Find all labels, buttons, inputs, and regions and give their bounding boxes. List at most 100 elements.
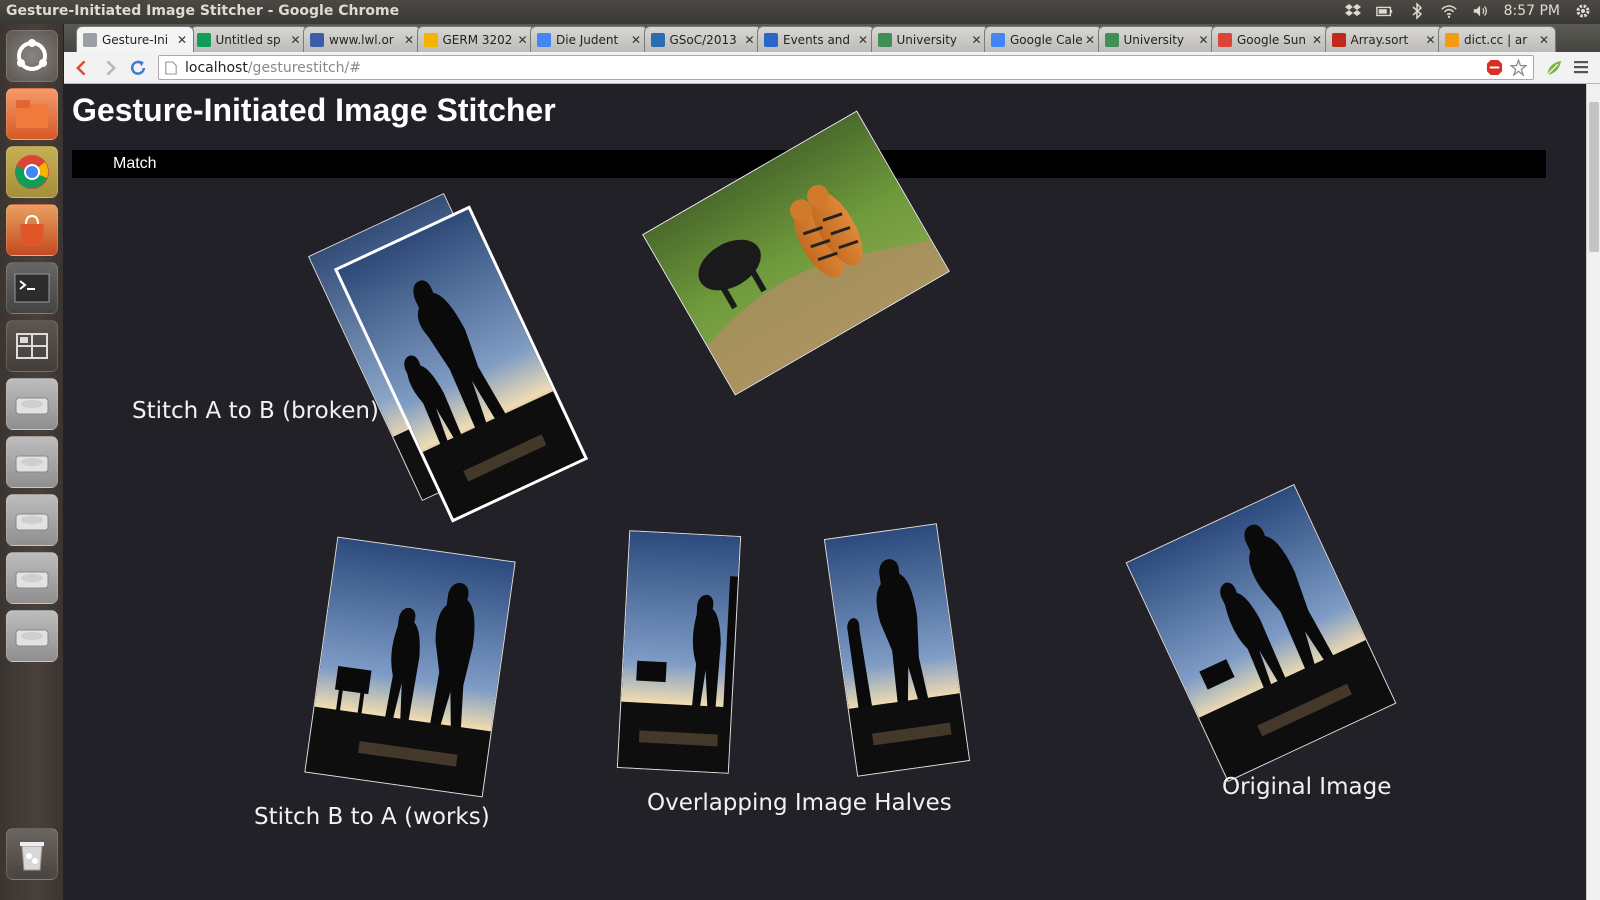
scrollbar-thumb[interactable] (1589, 102, 1599, 252)
docs-icon (537, 32, 551, 47)
hamburger-menu-icon (1574, 61, 1588, 74)
hard-drive-icon (15, 629, 49, 647)
reload-icon (130, 60, 146, 75)
ubuntu-logo-icon (17, 39, 47, 71)
reload-button[interactable] (126, 56, 150, 80)
caption-overlapping-halves: Overlapping Image Halves (647, 790, 952, 816)
tab-12[interactable]: dict.cc | ar ✕ (1438, 26, 1556, 52)
vertical-scrollbar[interactable] (1586, 84, 1600, 900)
caption-stitch-b-to-a: Stitch B to A (works) (254, 804, 490, 830)
volume-icon[interactable] (1472, 2, 1490, 20)
page-icon (83, 32, 97, 47)
tab-4[interactable]: Die Judent ✕ (530, 26, 648, 52)
caption-original-image: Original Image (1222, 774, 1392, 800)
tab-close-icon[interactable]: ✕ (858, 33, 868, 47)
session-gear-icon[interactable] (1574, 2, 1592, 20)
hard-drive-icon (15, 513, 49, 531)
tab-label: Events and (783, 32, 851, 47)
tab-label: Google Sun (1237, 32, 1306, 47)
tab-9[interactable]: University ✕ (1097, 26, 1216, 52)
url-path: /gesturestitch/# (247, 59, 361, 76)
tab-label: dict.cc | ar (1464, 32, 1528, 47)
clock[interactable]: 8:57 PM (1504, 3, 1560, 19)
forward-arrow-icon (106, 60, 116, 76)
dropbox-icon[interactable] (1344, 2, 1362, 20)
tab-7[interactable]: University ✕ (870, 26, 989, 52)
calendar-icon (991, 32, 1005, 47)
files-launcher[interactable] (6, 88, 58, 140)
drive-4-launcher[interactable] (6, 552, 58, 604)
chrome-launcher[interactable] (6, 146, 58, 198)
workspace-switcher-launcher[interactable] (6, 320, 58, 372)
hard-drive-icon (15, 571, 49, 589)
tab-label: University (1123, 32, 1185, 47)
page-icon (165, 61, 177, 74)
chrome-icon (15, 155, 49, 189)
tab-11[interactable]: Array.sort ✕ (1324, 26, 1443, 52)
back-arrow-icon (76, 60, 86, 76)
image-half-right[interactable] (823, 523, 971, 777)
mdn-icon (1331, 32, 1346, 47)
lwl-icon (310, 32, 324, 47)
google-icon (1218, 32, 1232, 47)
tab-label: Gesture-Ini (102, 32, 169, 47)
tab-label: University (896, 32, 958, 47)
unity-launcher (0, 24, 64, 900)
chrome-menu-button[interactable] (1572, 58, 1590, 76)
tab-1[interactable]: Untitled sp ✕ (189, 26, 308, 52)
trash-launcher[interactable] (6, 828, 58, 880)
extension-icon[interactable] (1544, 58, 1564, 82)
drive-3-launcher[interactable] (6, 494, 58, 546)
tab-close-icon[interactable]: ✕ (517, 33, 527, 47)
meetup-icon (764, 32, 778, 47)
terminal-launcher[interactable] (6, 262, 58, 314)
drive-5-launcher[interactable] (6, 610, 58, 662)
original-image[interactable] (1125, 484, 1397, 782)
tab-close-icon[interactable]: ✕ (290, 33, 300, 47)
tab-close-icon[interactable]: ✕ (1539, 33, 1549, 47)
tab-3[interactable]: GERM 3202 ✕ (416, 26, 535, 52)
tab-close-icon[interactable]: ✕ (404, 33, 414, 47)
tab-5[interactable]: GSoC/2013 ✕ (643, 26, 762, 52)
bookmark-star-icon[interactable] (1509, 58, 1528, 80)
tab-close-icon[interactable]: ✕ (1198, 33, 1208, 47)
sheets-icon (196, 32, 211, 47)
tab-close-icon[interactable]: ✕ (1425, 33, 1435, 47)
tab-8[interactable]: Google Cale ✕ (984, 26, 1102, 52)
tab-label: www.lwl.or (329, 32, 394, 47)
dash-home-button[interactable] (6, 30, 58, 82)
forward-button[interactable] (98, 56, 122, 80)
workspaces-icon (16, 333, 48, 359)
wifi-icon[interactable] (1440, 2, 1458, 20)
back-button[interactable] (70, 56, 94, 80)
tab-close-icon[interactable]: ✕ (1085, 33, 1095, 47)
stitched-image-works[interactable] (304, 536, 516, 798)
tab-close-icon[interactable]: ✕ (631, 33, 641, 47)
tab-close-icon[interactable]: ✕ (744, 33, 754, 47)
drive-2-launcher[interactable] (6, 436, 58, 488)
top-panel: Gesture-Initiated Image Stitcher - Googl… (0, 0, 1600, 24)
tab-10[interactable]: Google Sun ✕ (1211, 26, 1329, 52)
software-center-launcher[interactable] (6, 204, 58, 256)
tab-close-icon[interactable]: ✕ (1312, 33, 1322, 47)
terminal-icon (14, 273, 50, 303)
match-button[interactable]: Match (113, 155, 157, 173)
tab-2[interactable]: www.lwl.or ✕ (303, 26, 421, 52)
image-half-left[interactable] (616, 530, 742, 774)
address-bar[interactable]: localhost/gesturestitch/# (158, 55, 1534, 80)
tab-0[interactable]: Gesture-Ini ✕ (76, 26, 194, 52)
tab-6[interactable]: Events and ✕ (757, 26, 875, 52)
tab-label: GSoC/2013 (669, 32, 737, 47)
tab-close-icon[interactable]: ✕ (177, 33, 187, 47)
bluetooth-icon[interactable] (1408, 2, 1426, 20)
tab-label: GERM 3202 (442, 32, 513, 47)
tab-close-icon[interactable]: ✕ (971, 33, 981, 47)
adblock-icon[interactable] (1486, 59, 1503, 80)
tab-label: Untitled sp (215, 32, 281, 47)
drive-1-launcher[interactable] (6, 378, 58, 430)
folder-icon (16, 100, 48, 128)
battery-icon[interactable] (1375, 2, 1394, 20)
university-icon (877, 32, 892, 47)
url-host: localhost (185, 59, 248, 76)
page-title: Gesture-Initiated Image Stitcher (72, 92, 556, 128)
